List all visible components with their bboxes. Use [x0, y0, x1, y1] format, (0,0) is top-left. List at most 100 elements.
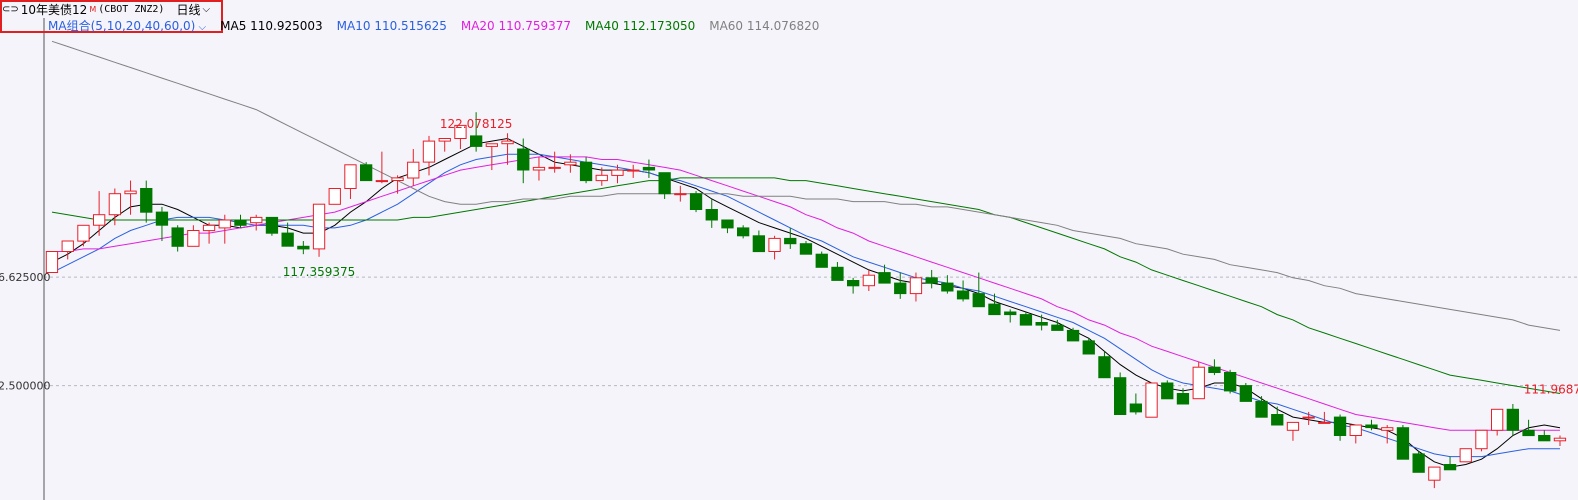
candle-36	[611, 164, 624, 184]
candle-37	[627, 164, 640, 178]
link-icon: ⊂⊃	[2, 3, 19, 15]
y-axis-ticks: 6.625000 2.500000	[0, 271, 51, 392]
candle-75	[1224, 369, 1237, 394]
candle-48	[799, 241, 813, 255]
ma-group-label: MA组合(5,10,20,40,60,0)	[48, 19, 196, 33]
candle-60	[988, 293, 1001, 316]
ma10-line	[51, 153, 1560, 458]
candle-17	[312, 203, 326, 257]
candle-3	[93, 191, 106, 236]
ma60-line	[51, 40, 1561, 331]
candle-56	[925, 269, 938, 289]
candle-19	[344, 164, 357, 199]
kline-chart[interactable]: 6.625000 2.500000 122.078125 117.359375 111…	[0, 0, 1578, 500]
candle-21	[375, 151, 389, 184]
candle-44	[737, 225, 750, 239]
candle-2	[77, 224, 90, 247]
candle-87	[1412, 451, 1425, 473]
ma40-value: MA40 112.173050	[585, 18, 696, 33]
candle-42	[705, 198, 718, 228]
ma5-value: MA5 110.925003	[220, 18, 323, 33]
candle-57	[941, 275, 954, 294]
candle-91	[1475, 429, 1488, 452]
candle-0	[45, 251, 59, 273]
candle-62	[1019, 312, 1033, 326]
candle-89	[1443, 456, 1457, 471]
candle-69	[1129, 393, 1142, 415]
candle-46	[768, 235, 781, 260]
candle-74	[1208, 359, 1221, 376]
price-grid	[44, 276, 1578, 387]
candle-28	[485, 143, 499, 171]
candle-22	[391, 175, 404, 194]
ma-group-selector[interactable]: MA组合(5,10,20,40,60,0) ⌵	[48, 17, 206, 34]
candle-79	[1286, 421, 1300, 441]
symbol-flag: M	[89, 4, 97, 14]
period-label: 日线	[176, 2, 201, 17]
candlesticks	[45, 112, 1567, 489]
y-tick-label: 2.500000	[0, 380, 51, 393]
candle-24	[422, 135, 436, 176]
candle-71	[1161, 380, 1174, 400]
candle-18	[328, 188, 341, 205]
candle-94	[1522, 419, 1535, 437]
candle-6	[140, 180, 153, 223]
candle-41	[689, 191, 703, 213]
candle-40	[674, 185, 687, 202]
candle-29	[501, 133, 514, 165]
candle-49	[815, 251, 828, 268]
candle-23	[407, 149, 420, 186]
candle-31	[532, 156, 546, 181]
price-annotation-0: 122.078125	[440, 117, 513, 131]
candle-85	[1381, 425, 1394, 444]
y-tick-label: 6.625000	[0, 271, 51, 284]
candle-77	[1255, 396, 1268, 418]
ma20-line	[52, 156, 1560, 431]
candle-80	[1302, 411, 1315, 426]
candle-15	[281, 222, 294, 247]
ma5-line	[51, 137, 1561, 468]
candle-92	[1491, 408, 1504, 436]
chevron-down-icon: ⌵	[202, 3, 211, 15]
symbol-name: 10年美债12	[20, 2, 88, 17]
price-annotations: 122.078125 117.359375 111.968750	[283, 117, 1578, 397]
ma20-value: MA20 110.759377	[460, 18, 572, 33]
candle-43	[721, 219, 734, 234]
ma10-value: MA10 110.515625	[336, 18, 447, 33]
price-annotation-2: 111.968750	[1524, 383, 1578, 397]
candle-39	[658, 172, 671, 199]
candle-90	[1459, 448, 1472, 463]
candle-59	[972, 272, 985, 308]
candle-32	[548, 151, 561, 173]
candle-66	[1082, 338, 1095, 355]
candle-70	[1145, 382, 1158, 418]
candle-76	[1239, 382, 1252, 402]
candle-73	[1192, 361, 1205, 400]
candle-61	[1004, 309, 1017, 323]
symbol-code: (CBOT ZNZ2)	[98, 3, 165, 15]
candle-51	[847, 277, 860, 294]
candle-34	[579, 156, 593, 184]
candle-52	[862, 269, 876, 291]
candle-54	[894, 272, 907, 299]
candle-25	[438, 138, 451, 152]
ma40-line	[51, 177, 1561, 394]
candle-83	[1349, 424, 1362, 444]
candle-82	[1333, 414, 1347, 441]
candle-67	[1098, 351, 1111, 379]
candle-88	[1428, 466, 1441, 489]
symbol-selector[interactable]: ⊂⊃ 10年美债12 M (CBOT ZNZ2)	[0, 1, 164, 18]
candle-14	[265, 216, 279, 236]
ma60-value: MA60 114.076820	[709, 18, 820, 33]
candle-16	[297, 241, 310, 255]
candle-58	[956, 280, 970, 302]
period-selector[interactable]: 日线 ⌵	[170, 1, 210, 18]
candle-9	[187, 225, 200, 247]
price-annotation-1: 117.359375	[283, 265, 356, 279]
candle-63	[1035, 314, 1048, 331]
candle-53	[878, 264, 891, 284]
candle-47	[784, 227, 797, 249]
candle-12	[234, 214, 247, 228]
candle-93	[1506, 404, 1519, 436]
candle-8	[171, 225, 184, 252]
